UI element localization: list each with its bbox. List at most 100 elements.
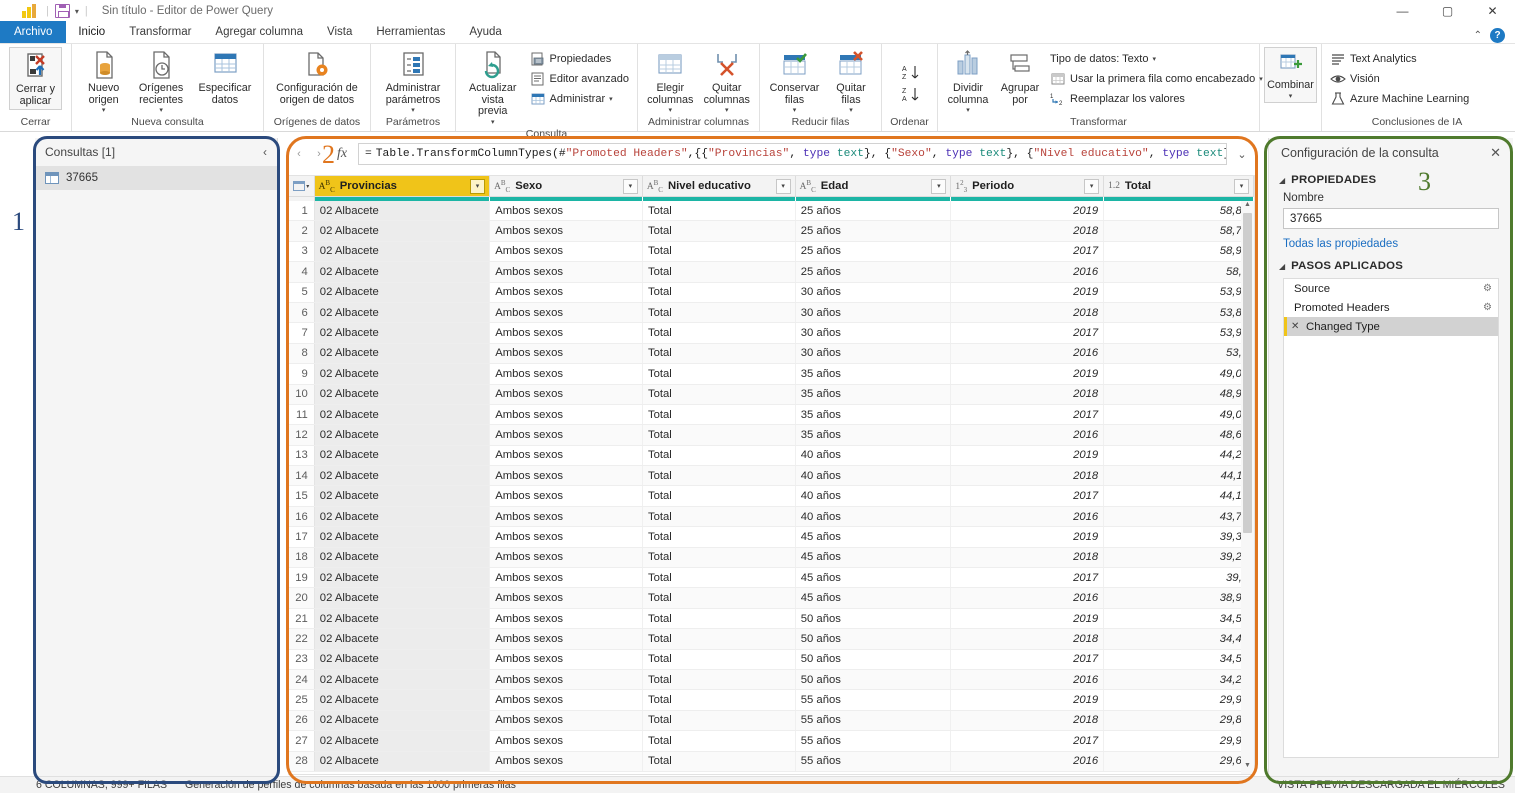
table-cell-sexo[interactable]: Ambos sexos <box>490 404 643 425</box>
scroll-up-icon[interactable]: ▲ <box>1241 201 1254 213</box>
table-cell-edad[interactable]: 55 años <box>796 751 952 771</box>
table-cell-edad[interactable]: 40 años <box>796 506 952 527</box>
table-cell-total[interactable]: 38,91 <box>1104 588 1254 608</box>
table-cell-provincias[interactable]: 02 Albacete <box>314 669 491 690</box>
replace-values-button[interactable]: 1 2 Reemplazar los valores <box>1046 89 1267 109</box>
text-analytics-button[interactable]: Text Analytics <box>1326 49 1473 69</box>
table-cell-sexo[interactable]: Ambos sexos <box>490 588 643 608</box>
table-cell-sexo[interactable]: Ambos sexos <box>490 547 643 568</box>
column-header-edad[interactable]: ABC Edad ▾ <box>795 176 952 196</box>
table-row[interactable]: 2 02 Albacete Ambos sexos Total 25 años 2018 5… <box>289 221 1254 242</box>
table-cell-periodo[interactable]: 2016 <box>951 343 1105 364</box>
table-row[interactable]: 5 02 Albacete Ambos sexos Total 30 años 2019 5… <box>289 282 1254 303</box>
table-row[interactable]: 24 02 Albacete Ambos sexos Total 50 años 2016… <box>289 669 1254 691</box>
table-cell-periodo[interactable]: 2017 <box>951 404 1105 425</box>
table-cell-nivel-educativo[interactable]: Total <box>643 710 796 731</box>
table-cell-provincias[interactable]: 02 Albacete <box>314 241 491 262</box>
tab-inicio[interactable]: Inicio <box>66 21 118 43</box>
table-cell-provincias[interactable]: 02 Albacete <box>314 343 491 364</box>
table-cell-periodo[interactable]: 2017 <box>951 731 1105 751</box>
remove-rows-caret-icon[interactable]: ▾ <box>849 106 853 114</box>
table-cell-total[interactable]: 29,92 <box>1104 690 1254 710</box>
table-cell-sexo[interactable]: Ambos sexos <box>490 649 643 669</box>
table-row[interactable]: 26 02 Albacete Ambos sexos Total 55 años 2018… <box>289 710 1254 732</box>
table-cell-provincias[interactable]: 02 Albacete <box>314 506 491 527</box>
tab-vista[interactable]: Vista <box>315 21 364 43</box>
filter-dropdown-icon[interactable]: ▾ <box>775 178 791 194</box>
table-row[interactable]: 22 02 Albacete Ambos sexos Total 50 años 2018… <box>289 629 1254 650</box>
table-cell-sexo[interactable]: Ambos sexos <box>490 608 643 629</box>
table-cell-provincias[interactable]: 02 Albacete <box>314 282 491 302</box>
close-icon[interactable]: ✕ <box>1490 145 1501 161</box>
scroll-down-icon[interactable]: ▼ <box>1241 762 1254 774</box>
help-icon[interactable]: ? <box>1490 28 1505 43</box>
table-cell-total[interactable]: 53,87 <box>1104 302 1254 323</box>
table-cell-provincias[interactable]: 02 Albacete <box>314 751 491 771</box>
table-cell-periodo[interactable]: 2018 <box>951 384 1105 404</box>
table-row[interactable]: 23 02 Albacete Ambos sexos Total 50 años 2017… <box>289 649 1254 670</box>
scrollbar-thumb[interactable] <box>1243 213 1252 533</box>
table-cell-total[interactable]: 29,97 <box>1104 731 1254 751</box>
table-cell-provincias[interactable]: 02 Albacete <box>314 588 491 608</box>
grid-vertical-scrollbar[interactable]: ▲ ▼ <box>1241 201 1254 774</box>
table-cell-periodo[interactable]: 2016 <box>951 669 1105 690</box>
table-row[interactable]: 4 02 Albacete Ambos sexos Total 25 años 2016 5… <box>289 262 1254 283</box>
table-cell-periodo[interactable]: 2016 <box>951 262 1105 282</box>
table-row[interactable]: 9 02 Albacete Ambos sexos Total 35 años 2019 4… <box>289 364 1254 385</box>
properties-button[interactable]: Propiedades <box>526 49 634 69</box>
table-cell-periodo[interactable]: 2019 <box>951 282 1105 302</box>
table-cell-total[interactable]: 48,65 <box>1104 425 1254 445</box>
table-cell-edad[interactable]: 40 años <box>796 466 952 486</box>
recent-sources-caret-icon[interactable]: ▾ <box>159 106 163 114</box>
table-cell-periodo[interactable]: 2017 <box>951 568 1105 588</box>
filter-dropdown-icon[interactable]: ▾ <box>931 178 947 194</box>
table-row[interactable]: 8 02 Albacete Ambos sexos Total 30 años 2016 5… <box>289 343 1254 365</box>
table-cell-sexo[interactable]: Ambos sexos <box>490 364 643 384</box>
tab-transformar[interactable]: Transformar <box>117 21 203 43</box>
table-cell-provincias[interactable]: 02 Albacete <box>314 364 491 384</box>
table-cell-nivel-educativo[interactable]: Total <box>643 282 796 302</box>
table-row[interactable]: 12 02 Albacete Ambos sexos Total 35 años 2016… <box>289 425 1254 446</box>
choose-columns-caret-icon[interactable]: ▾ <box>668 106 672 114</box>
table-cell-provincias[interactable]: 02 Albacete <box>314 690 491 710</box>
all-properties-link[interactable]: Todas las propiedades <box>1269 229 1513 254</box>
table-cell-edad[interactable]: 45 años <box>796 527 952 547</box>
table-cell-edad[interactable]: 35 años <box>796 384 952 404</box>
new-source-button[interactable]: Nuevo origen ▾ <box>78 47 130 116</box>
refresh-preview-button[interactable]: Actualizar vista previa ▾ <box>460 47 526 128</box>
split-column-button[interactable]: Dividir columna ▾ <box>942 47 994 116</box>
table-cell-nivel-educativo[interactable]: Total <box>643 588 796 608</box>
applied-step-source[interactable]: Source ⚙ <box>1284 279 1498 298</box>
table-cell-sexo[interactable]: Ambos sexos <box>490 731 643 751</box>
properties-section-header[interactable]: ◢ PROPIEDADES <box>1269 168 1513 190</box>
table-cell-provincias[interactable]: 02 Albacete <box>314 527 491 547</box>
delete-step-icon[interactable]: ✕ <box>1291 321 1301 332</box>
gear-icon[interactable]: ⚙ <box>1483 302 1492 313</box>
table-cell-nivel-educativo[interactable]: Total <box>643 302 796 323</box>
table-cell-nivel-educativo[interactable]: Total <box>643 445 796 466</box>
table-row[interactable]: 21 02 Albacete Ambos sexos Total 50 años 2019… <box>289 608 1254 630</box>
table-cell-total[interactable]: 53,94 <box>1104 282 1254 302</box>
table-cell-total[interactable]: 58,77 <box>1104 221 1254 241</box>
table-cell-edad[interactable]: 40 años <box>796 486 952 506</box>
table-cell-nivel-educativo[interactable]: Total <box>643 547 796 568</box>
table-cell-sexo[interactable]: Ambos sexos <box>490 384 643 404</box>
keep-rows-caret-icon[interactable]: ▾ <box>793 106 797 114</box>
remove-columns-caret-icon[interactable]: ▾ <box>725 106 729 114</box>
table-cell-nivel-educativo[interactable]: Total <box>643 323 796 343</box>
table-cell-nivel-educativo[interactable]: Total <box>643 731 796 751</box>
table-cell-nivel-educativo[interactable]: Total <box>643 221 796 241</box>
table-cell-total[interactable]: 34,21 <box>1104 669 1254 690</box>
table-cell-periodo[interactable]: 2019 <box>951 201 1105 221</box>
table-cell-periodo[interactable]: 2017 <box>951 241 1105 262</box>
table-cell-nivel-educativo[interactable]: Total <box>643 751 796 771</box>
column-header-nivel-educativo[interactable]: ABC Nivel educativo ▾ <box>642 176 796 196</box>
table-row[interactable]: 13 02 Albacete Ambos sexos Total 40 años 2019… <box>289 445 1254 467</box>
table-cell-nivel-educativo[interactable]: Total <box>643 466 796 486</box>
table-cell-nivel-educativo[interactable]: Total <box>643 608 796 629</box>
tab-ayuda[interactable]: Ayuda <box>457 21 513 43</box>
table-cell-total[interactable]: 58,85 <box>1104 201 1254 221</box>
table-cell-periodo[interactable]: 2019 <box>951 527 1105 547</box>
table-cell-edad[interactable]: 50 años <box>796 629 952 649</box>
table-cell-provincias[interactable]: 02 Albacete <box>314 302 491 323</box>
